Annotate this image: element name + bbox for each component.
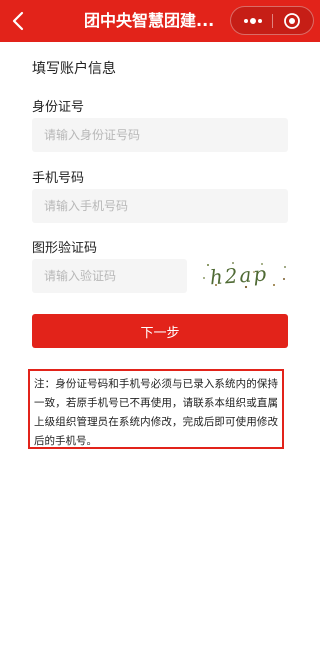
top-navigation-bar: 团中央智慧团建... <box>0 0 320 42</box>
more-dots-icon[interactable] <box>241 13 265 29</box>
phone-label: 手机号码 <box>32 171 85 186</box>
captcha-input[interactable] <box>32 259 187 293</box>
next-step-button[interactable]: 下一步 <box>32 314 288 348</box>
id-number-label: 身份证号 <box>32 100 85 115</box>
target-close-icon[interactable] <box>283 12 301 30</box>
capsule-divider <box>272 14 273 28</box>
captcha-label: 图形验证码 <box>32 241 98 256</box>
id-number-input[interactable] <box>32 118 288 152</box>
captcha-text: h2ap <box>209 261 269 289</box>
phone-input[interactable] <box>32 189 288 223</box>
section-title: 填写账户信息 <box>32 61 116 77</box>
notice-box: 注：身份证号码和手机号必须与已录入系统内的保持一致，若原手机号已不再使用，请联系… <box>28 369 284 449</box>
captcha-image[interactable]: h2ap <box>200 258 290 292</box>
page-title: 团中央智慧团建... <box>84 11 215 30</box>
mini-program-capsule <box>230 6 314 35</box>
chevron-left-icon[interactable] <box>8 9 30 33</box>
